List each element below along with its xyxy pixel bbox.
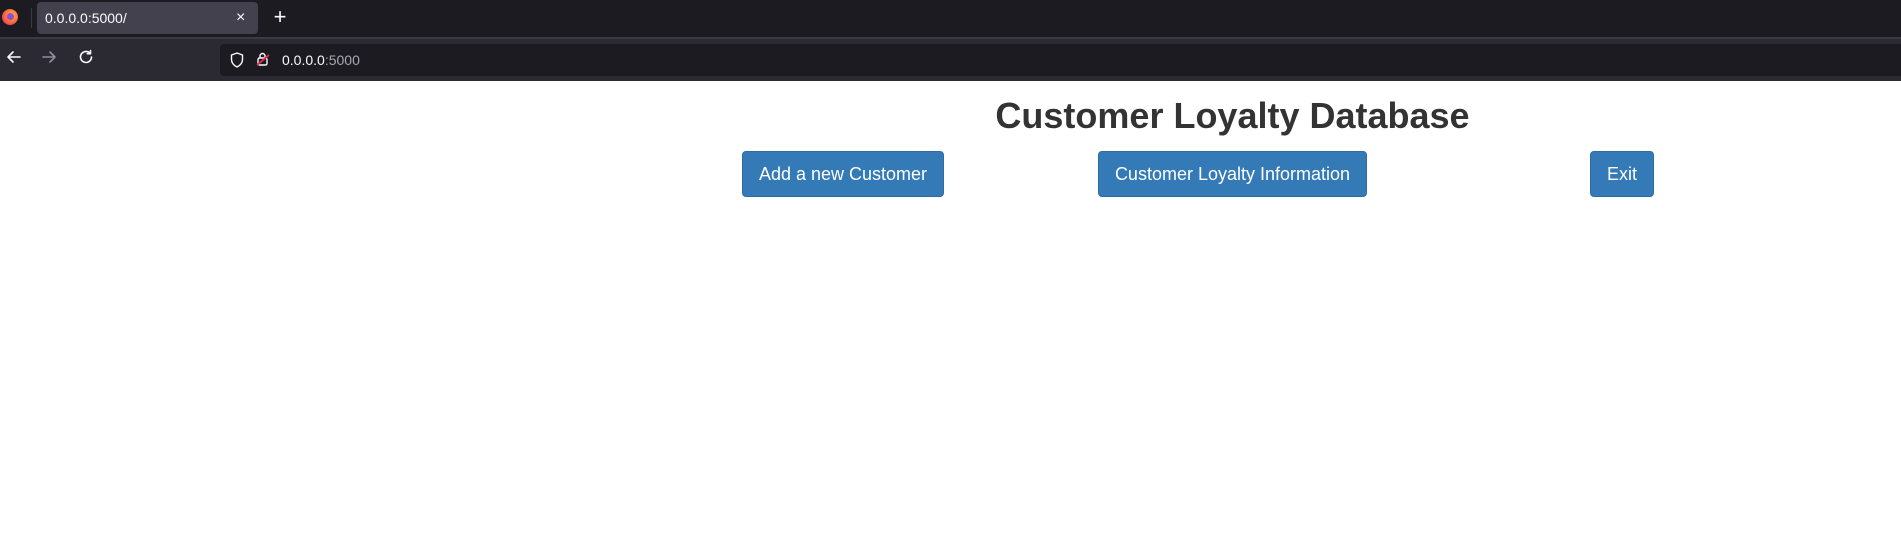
browser-tab-bar: 0.0.0.0:5000/ × + bbox=[0, 0, 1901, 37]
forward-arrow-icon[interactable] bbox=[38, 48, 60, 70]
new-tab-icon[interactable]: + bbox=[270, 5, 290, 29]
insecure-lock-icon[interactable] bbox=[256, 51, 270, 67]
close-tab-icon[interactable]: × bbox=[236, 8, 245, 28]
tab-title: 0.0.0.0:5000/ bbox=[45, 10, 127, 26]
customer-loyalty-info-button[interactable]: Customer Loyalty Information bbox=[1098, 151, 1367, 197]
address-bar[interactable]: 0.0.0.0:5000 bbox=[220, 44, 1901, 76]
url-text: 0.0.0.0:5000 bbox=[282, 52, 360, 68]
firefox-logo-icon bbox=[2, 9, 18, 25]
back-arrow-icon[interactable] bbox=[3, 48, 25, 70]
url-host: 0.0.0.0 bbox=[282, 52, 325, 68]
reload-icon[interactable] bbox=[75, 48, 97, 70]
browser-tab[interactable]: 0.0.0.0:5000/ × bbox=[37, 2, 258, 34]
exit-button[interactable]: Exit bbox=[1590, 151, 1654, 197]
url-port: :5000 bbox=[324, 52, 360, 68]
add-customer-button[interactable]: Add a new Customer bbox=[742, 151, 944, 197]
browser-nav-bar: 0.0.0.0:5000 bbox=[0, 37, 1901, 81]
tracking-protection-shield-icon[interactable] bbox=[230, 52, 244, 68]
tab-separator bbox=[31, 8, 32, 28]
page-title: Customer Loyalty Database bbox=[995, 95, 1470, 136]
page-content: Customer Loyalty Database Add a new Cust… bbox=[0, 81, 1901, 545]
